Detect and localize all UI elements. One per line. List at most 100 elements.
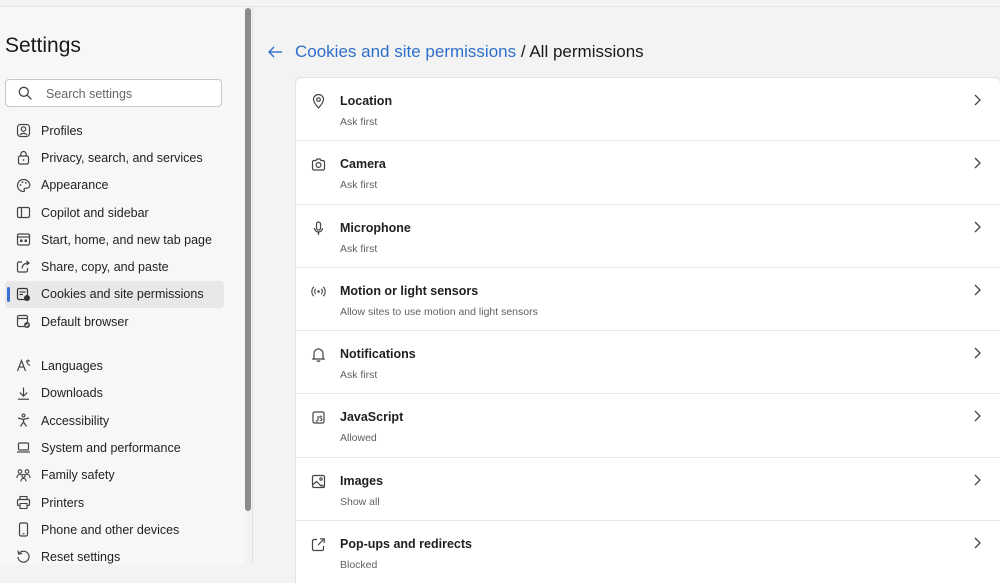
permission-title: Location [340,94,393,108]
sidebar-item-label: Privacy, search, and services [41,150,203,165]
breadcrumb-separator: / [516,42,530,61]
settings-sidebar: Settings Profiles Privacy, search, and s… [0,7,244,564]
sidebar-item-phone[interactable]: Phone and other devices [5,516,224,543]
sidebar-section-gap [5,335,224,352]
phone-icon [16,522,31,537]
sidebar-item-family[interactable]: Family safety [5,462,224,489]
permission-row-motion-sensors[interactable]: Motion or light sensors Allow sites to u… [296,268,1000,332]
printer-icon [16,495,31,510]
javascript-icon [311,410,326,425]
chevron-right-icon [972,473,982,487]
chevron-right-icon [972,283,982,297]
sidebar-item-cookies[interactable]: Cookies and site permissions [5,280,224,309]
sidebar-nav: Profiles Privacy, search, and services A… [5,117,224,571]
home-tab-icon [16,232,31,247]
sensor-icon [311,284,326,299]
permission-row-javascript[interactable]: JavaScript Allowed [296,394,1000,458]
permission-title: Pop-ups and redirects [340,537,472,552]
sidebar-item-accessibility[interactable]: Accessibility [5,407,224,434]
sidebar-icon [16,205,31,220]
sidebar-item-start-home[interactable]: Start, home, and new tab page [5,226,224,253]
image-icon [311,474,326,489]
camera-icon [311,157,326,172]
sidebar-item-label: Phone and other devices [41,522,180,537]
back-arrow-icon[interactable] [266,43,284,61]
palette-icon [16,178,31,193]
family-icon [16,468,31,483]
sidebar-item-label: Accessibility [41,413,110,428]
sidebar-item-profiles[interactable]: Profiles [5,117,224,144]
search-box[interactable] [5,79,222,107]
chevron-right-icon [972,409,982,423]
sidebar-item-label: Family safety [41,468,115,483]
sidebar-item-privacy[interactable]: Privacy, search, and services [5,144,224,171]
sidebar-item-downloads[interactable]: Downloads [5,380,224,407]
permission-title: JavaScript [340,410,404,425]
sidebar-item-label: Reset settings [41,550,121,565]
permission-title: Notifications [340,347,416,362]
reset-icon [16,549,31,564]
popup-icon [311,537,326,552]
breadcrumb-parent-link[interactable]: Cookies and site permissions [295,42,516,61]
permission-status: Ask first [340,179,378,192]
profile-icon [16,123,31,138]
chevron-right-icon [972,93,982,107]
sidebar-item-languages[interactable]: Languages [5,352,224,379]
sidebar-item-label: Profiles [41,123,83,138]
permission-status: Ask first [340,369,378,382]
microphone-icon [311,220,326,236]
permission-row-images[interactable]: Images Show all [296,458,1000,522]
permission-row-camera[interactable]: Camera Ask first [296,141,1000,205]
sidebar-item-default-browser[interactable]: Default browser [5,308,224,335]
page-title: All permissions [529,42,644,61]
sidebar-item-label: Share, copy, and paste [41,260,169,275]
permission-row-notifications[interactable]: Notifications Ask first [296,331,1000,395]
chevron-right-icon [972,220,982,234]
browser-icon [16,314,31,329]
share-icon [16,259,31,274]
permission-status: Allow sites to use motion and light sens… [340,305,538,318]
search-icon [18,86,32,100]
laptop-icon [16,440,31,455]
permission-row-microphone[interactable]: Microphone Ask first [296,205,1000,268]
sidebar-scrollbar-thumb[interactable] [245,8,251,511]
sidebar-item-reset[interactable]: Reset settings [5,543,224,570]
permission-status: Ask first [340,116,378,128]
permission-title: Camera [340,157,386,172]
download-icon [16,386,31,401]
sidebar-item-label: Printers [41,495,85,510]
sidebar-item-appearance[interactable]: Appearance [5,172,224,199]
bell-icon [311,347,326,363]
sidebar-item-system[interactable]: System and performance [5,434,224,461]
sidebar-item-label: System and performance [41,440,181,455]
permission-status: Blocked [340,559,378,572]
sidebar-item-label: Downloads [41,386,103,401]
chevron-right-icon [972,536,982,550]
cookies-icon [16,287,31,302]
sidebar-item-share[interactable]: Share, copy, and paste [5,253,224,280]
main-content: Cookies and site permissions / All permi… [253,7,1000,583]
sidebar-item-label: Cookies and site permissions [41,287,204,302]
sidebar-item-printers[interactable]: Printers [5,489,224,516]
sidebar-item-label: Copilot and sidebar [41,205,149,220]
sidebar-item-copilot[interactable]: Copilot and sidebar [5,199,224,226]
permission-status: Ask first [340,242,378,255]
permission-status: Allowed [340,432,377,445]
search-input[interactable] [44,83,218,105]
permission-row-location[interactable]: Location Ask first [296,78,1000,142]
window-top-edge [0,0,1000,7]
permission-title: Images [340,473,384,488]
chevron-right-icon [972,156,982,170]
permission-title: Microphone [340,220,411,235]
sidebar-item-label: Default browser [41,314,129,329]
breadcrumb: Cookies and site permissions / All permi… [295,42,644,62]
sidebar-item-label: Start, home, and new tab page [41,232,212,247]
languages-icon [16,358,31,373]
settings-title: Settings [5,34,81,57]
sidebar-item-label: Languages [41,359,103,374]
location-icon [311,94,326,109]
permission-title: Motion or light sensors [340,283,479,298]
permission-row-popups[interactable]: Pop-ups and redirects Blocked [296,521,1000,583]
lock-icon [16,150,31,165]
accessibility-icon [16,413,31,428]
